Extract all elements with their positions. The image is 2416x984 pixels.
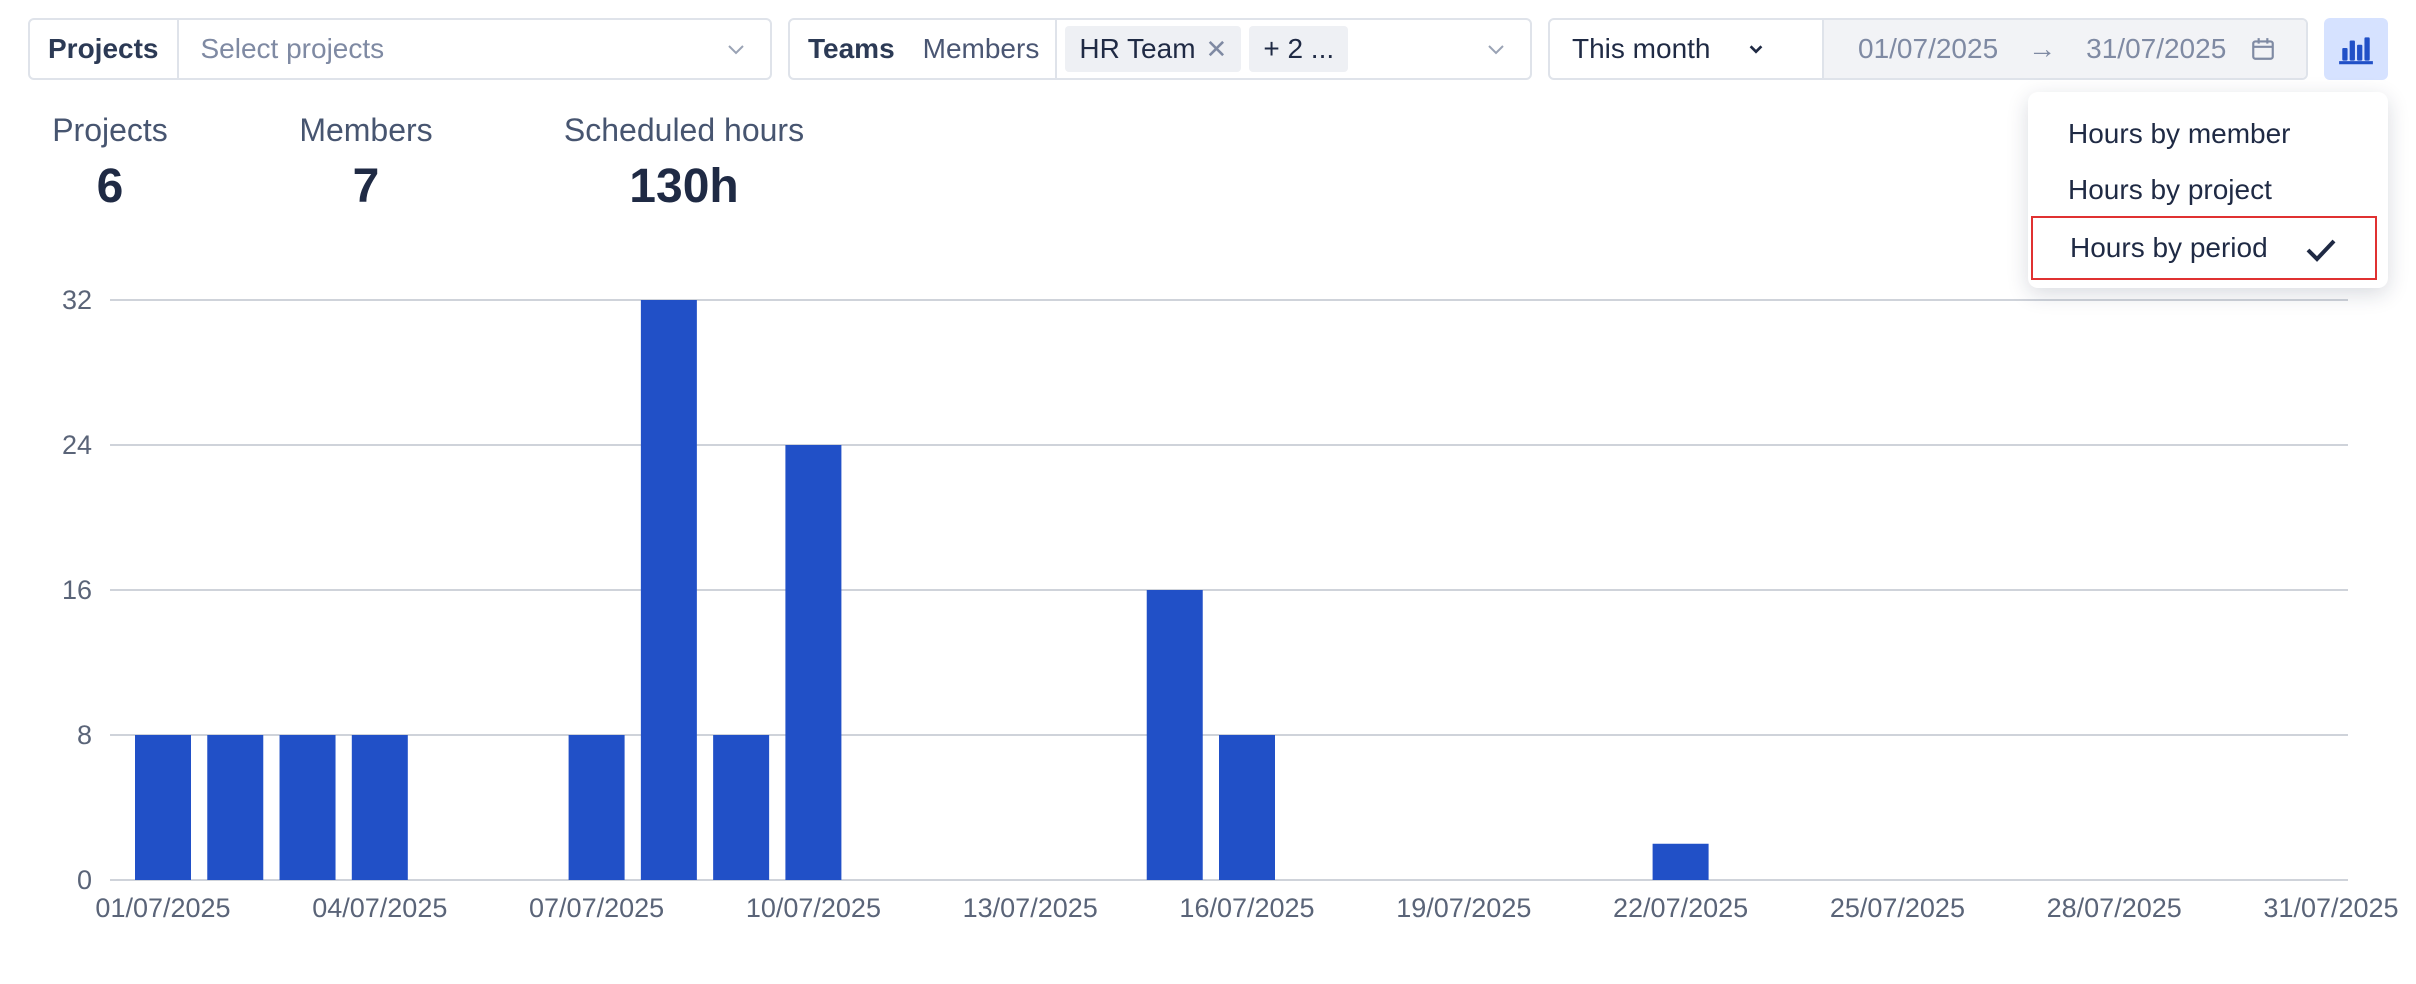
bar	[568, 735, 625, 880]
bar	[713, 735, 770, 880]
x-tick-label: 19/07/2025	[1396, 893, 1531, 923]
bar	[207, 735, 264, 880]
y-tick-label: 16	[62, 575, 92, 605]
y-tick-label: 8	[77, 720, 92, 750]
y-tick-label: 32	[62, 285, 92, 315]
check-icon	[2306, 239, 2336, 262]
y-tick-label: 24	[62, 430, 92, 460]
menu-item-label: Hours by period	[2070, 232, 2268, 263]
bar	[279, 735, 336, 880]
x-tick-label: 10/07/2025	[746, 893, 881, 923]
x-tick-label: 04/07/2025	[312, 893, 447, 923]
x-tick-label: 16/07/2025	[1179, 893, 1314, 923]
chart-mode-menu: Hours by member Hours by project Hours b…	[2028, 92, 2388, 288]
bar	[135, 735, 191, 880]
bar	[1219, 735, 1275, 880]
menu-item-hours-by-project[interactable]: Hours by project	[2028, 162, 2388, 218]
x-tick-label: 22/07/2025	[1613, 893, 1748, 923]
menu-item-hours-by-period[interactable]: Hours by period	[2031, 216, 2377, 280]
bar	[1652, 843, 1709, 880]
x-tick-label: 01/07/2025	[95, 893, 230, 923]
x-tick-label: 25/07/2025	[1830, 893, 1965, 923]
x-tick-label: 31/07/2025	[2263, 893, 2398, 923]
x-tick-label: 07/07/2025	[529, 893, 664, 923]
bar	[1146, 590, 1203, 880]
bar	[785, 445, 842, 880]
y-tick-label: 0	[77, 865, 92, 895]
menu-item-hours-by-member[interactable]: Hours by member	[2028, 106, 2388, 162]
x-tick-label: 28/07/2025	[2047, 893, 2182, 923]
bar	[351, 735, 408, 880]
bar	[640, 300, 697, 880]
x-tick-label: 13/07/2025	[963, 893, 1098, 923]
